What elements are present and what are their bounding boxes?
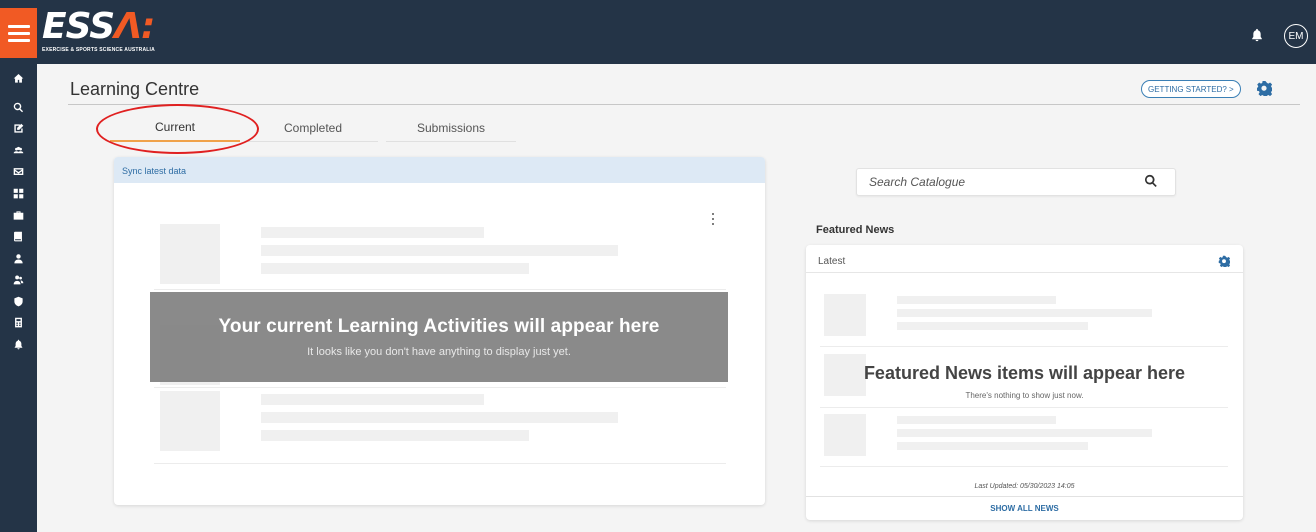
learning-activities-card: Sync latest data Your current Learning A… — [114, 157, 765, 505]
row-divider — [820, 346, 1228, 347]
placeholder-thumbnail — [160, 391, 220, 451]
top-header: ESSΛ: EXERCISE & SPORTS SCIENCE AUSTRALI… — [0, 0, 1316, 64]
row-divider — [154, 289, 726, 290]
red-annotation-circle — [96, 104, 259, 154]
placeholder-line — [897, 429, 1152, 437]
row-divider — [820, 407, 1228, 408]
placeholder-line — [897, 322, 1088, 330]
more-options-icon[interactable] — [711, 213, 715, 225]
side-navigation — [0, 64, 37, 532]
news-empty-subtitle: There's nothing to show just now. — [965, 391, 1084, 400]
calculator-icon[interactable] — [12, 316, 25, 329]
hamburger-menu-button[interactable] — [0, 8, 37, 58]
placeholder-line — [261, 430, 529, 441]
logo-wordmark: ESSΛ: — [42, 6, 155, 47]
news-empty-title: Featured News items will appear here — [863, 363, 1186, 383]
bell-icon[interactable] — [12, 338, 25, 351]
placeholder-line — [261, 394, 484, 405]
notifications-bell-icon[interactable] — [1250, 28, 1264, 42]
essa-logo[interactable]: ESSΛ: EXERCISE & SPORTS SCIENCE AUSTRALI… — [42, 8, 155, 58]
page-title: Learning Centre — [70, 79, 200, 99]
user-icon[interactable] — [12, 252, 25, 265]
empty-state-title: Your current Learning Activities will ap… — [218, 316, 660, 337]
home-icon[interactable] — [12, 72, 25, 85]
shield-icon[interactable] — [12, 295, 25, 308]
row-divider — [154, 463, 726, 464]
search-catalogue-input[interactable] — [857, 169, 1137, 195]
placeholder-line — [897, 309, 1152, 317]
hamburger-line — [7, 31, 30, 35]
news-settings-gear-icon[interactable] — [1218, 254, 1232, 269]
sync-latest-data-link[interactable]: Sync latest data — [114, 157, 765, 183]
news-filter-latest: Latest — [806, 245, 1243, 273]
tab-submissions[interactable]: Submissions — [386, 114, 516, 142]
featured-news-heading: Featured News — [816, 224, 895, 236]
title-divider — [68, 104, 1300, 105]
row-divider — [820, 466, 1228, 467]
placeholder-line — [897, 416, 1056, 424]
catalogue-search — [856, 168, 1176, 196]
row-divider — [154, 387, 726, 388]
placeholder-line — [261, 245, 618, 256]
briefcase-icon[interactable] — [12, 209, 25, 222]
featured-news-card: Latest Featured News items will appear h… — [806, 245, 1243, 520]
placeholder-thumbnail — [824, 414, 866, 456]
hamburger-line — [7, 24, 30, 28]
book-icon[interactable] — [12, 230, 25, 243]
user-avatar[interactable]: EM — [1284, 24, 1308, 48]
hamburger-line — [7, 38, 30, 42]
search-icon[interactable] — [1144, 174, 1160, 190]
getting-started-button[interactable]: GETTING STARTED? > — [1141, 80, 1241, 98]
users-icon[interactable] — [12, 144, 25, 157]
placeholder-line — [261, 263, 529, 274]
tab-completed[interactable]: Completed — [248, 114, 378, 142]
settings-gear-icon[interactable] — [1256, 80, 1274, 98]
placeholder-thumbnail — [824, 294, 866, 336]
empty-state-overlay: Your current Learning Activities will ap… — [150, 292, 728, 382]
user-group-icon[interactable] — [12, 273, 25, 286]
placeholder-line — [261, 412, 618, 423]
grid-icon[interactable] — [12, 187, 25, 200]
news-empty-state: Featured News items will appear here The… — [806, 363, 1243, 407]
logo-tagline: EXERCISE & SPORTS SCIENCE AUSTRALIA — [42, 47, 155, 53]
placeholder-thumbnail — [160, 224, 220, 284]
placeholder-line — [261, 227, 484, 238]
placeholder-line — [897, 442, 1088, 450]
empty-state-subtitle: It looks like you don't have anything to… — [307, 346, 571, 358]
edit-icon[interactable] — [12, 122, 25, 135]
last-updated-timestamp: Last Updated: 05/30/2023 14:05 — [974, 483, 1075, 490]
search-icon[interactable] — [12, 101, 25, 114]
placeholder-line — [897, 296, 1056, 304]
mail-icon[interactable] — [12, 165, 25, 178]
show-all-news-link[interactable]: SHOW ALL NEWS — [806, 496, 1243, 520]
